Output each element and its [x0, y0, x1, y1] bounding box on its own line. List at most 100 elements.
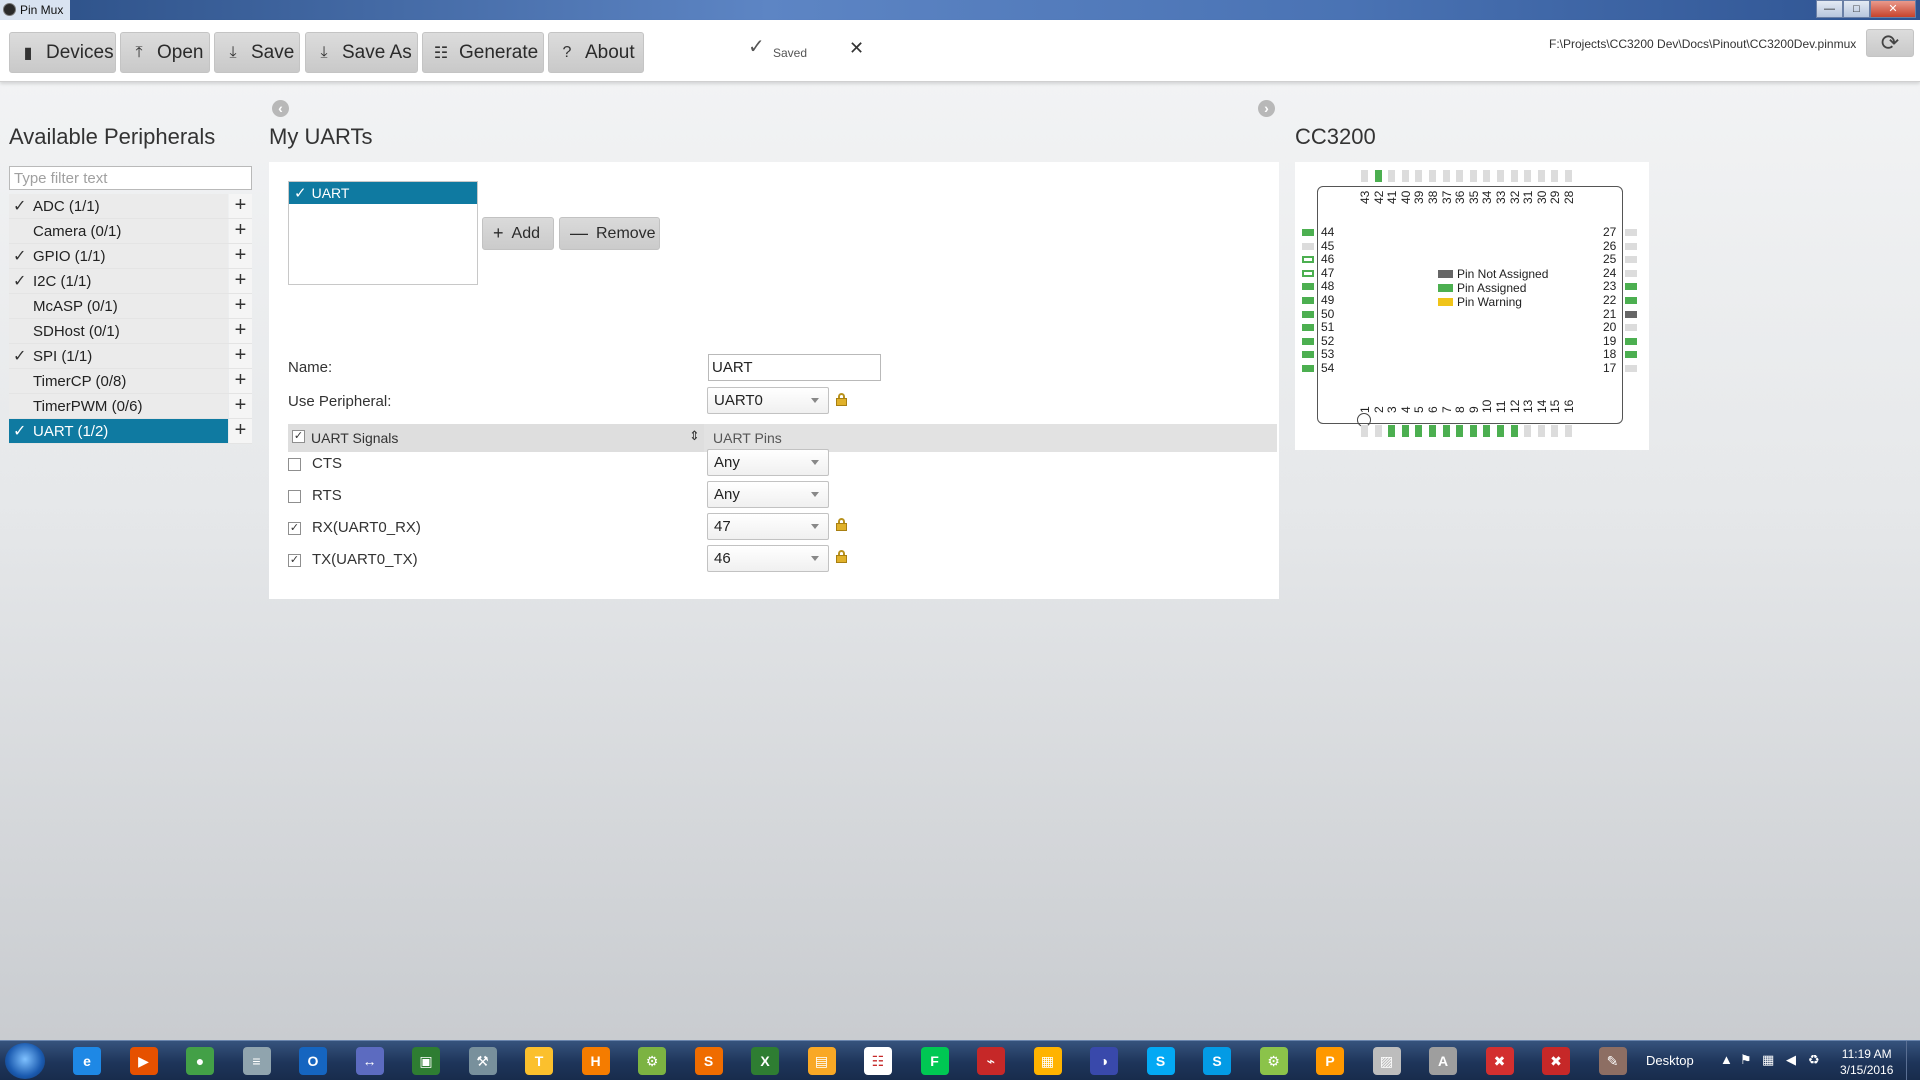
- add-peripheral-icon[interactable]: +: [229, 294, 252, 318]
- peripheral-item[interactable]: ✓ GPIO (1/1) +: [9, 244, 252, 269]
- minimize-button[interactable]: —: [1816, 0, 1843, 18]
- bottom-pin-pad[interactable]: [1565, 425, 1572, 437]
- left-pin-pad[interactable]: [1302, 269, 1314, 277]
- peripheral-item[interactable]: ✓ UART (1/2) +: [9, 419, 252, 444]
- network-icon[interactable]: ▦: [1762, 1052, 1774, 1068]
- notepad-icon[interactable]: T: [514, 1044, 564, 1078]
- signal-checkbox[interactable]: [288, 458, 301, 471]
- about-button[interactable]: ? About: [548, 32, 644, 73]
- close-window-button[interactable]: ✕: [1870, 0, 1916, 18]
- peripheral-item[interactable]: TimerPWM (0/6) +: [9, 394, 252, 419]
- dismiss-status-icon[interactable]: ✕: [849, 38, 864, 59]
- x-tool-icon[interactable]: ✖: [1475, 1044, 1525, 1078]
- excel-icon[interactable]: X: [740, 1044, 790, 1078]
- bottom-pin-pad[interactable]: [1374, 425, 1382, 437]
- signal-checkbox[interactable]: ✓: [288, 554, 301, 567]
- peripheral-item-main[interactable]: ✓ UART (1/2): [9, 419, 228, 443]
- left-pin-pad[interactable]: [1302, 229, 1314, 236]
- top-pin-pad[interactable]: [1469, 170, 1477, 182]
- programmer-icon[interactable]: ⌁: [966, 1044, 1016, 1078]
- add-peripheral-icon[interactable]: +: [229, 219, 252, 243]
- peripheral-item-main[interactable]: ✓ I2C (1/1): [9, 269, 228, 293]
- flag-icon[interactable]: ⚑: [1740, 1052, 1752, 1068]
- volume-icon[interactable]: ◀: [1786, 1052, 1796, 1068]
- add-peripheral-icon[interactable]: +: [229, 319, 252, 343]
- hex-editor-icon[interactable]: H: [571, 1044, 621, 1078]
- left-pin-pad[interactable]: [1302, 351, 1314, 359]
- bottom-pin-pad[interactable]: [1361, 425, 1368, 437]
- left-pin-pad[interactable]: [1302, 256, 1314, 264]
- tray-expand-icon[interactable]: ▲: [1720, 1052, 1733, 1067]
- devices-button[interactable]: ▮ Devices: [9, 32, 116, 73]
- package-icon[interactable]: ▦: [1023, 1044, 1073, 1078]
- peripheral-item-main[interactable]: Camera (0/1): [9, 219, 228, 243]
- nav-back-icon[interactable]: ‹: [272, 100, 289, 117]
- top-pin-pad[interactable]: [1401, 170, 1409, 182]
- skype-icon[interactable]: S: [1136, 1044, 1186, 1078]
- media-player-icon[interactable]: ▶: [119, 1044, 169, 1078]
- top-pin-pad[interactable]: [1497, 170, 1504, 182]
- right-pin-pad[interactable]: [1625, 242, 1637, 250]
- right-pin-pad[interactable]: [1625, 269, 1637, 277]
- left-pin-pad[interactable]: [1302, 310, 1314, 318]
- top-pin-pad[interactable]: [1483, 170, 1491, 182]
- bottom-pin-pad[interactable]: [1401, 425, 1409, 437]
- skype-alt-icon[interactable]: S: [1192, 1044, 1242, 1078]
- peripheral-item[interactable]: ✓ SPI (1/1) +: [9, 344, 252, 369]
- lock-icon[interactable]: [836, 393, 847, 406]
- right-pin-pad[interactable]: [1625, 297, 1637, 304]
- right-pin-pad[interactable]: [1625, 256, 1637, 264]
- top-pin-pad[interactable]: [1361, 170, 1368, 182]
- desktop-toolbar-label[interactable]: Desktop: [1646, 1053, 1694, 1068]
- bottom-pin-pad[interactable]: [1456, 425, 1464, 437]
- chrome-icon[interactable]: ●: [175, 1044, 225, 1078]
- bottom-pin-pad[interactable]: [1429, 425, 1436, 437]
- top-pin-pad[interactable]: [1537, 170, 1545, 182]
- left-pin-pad[interactable]: [1302, 337, 1314, 345]
- top-pin-pad[interactable]: [1510, 170, 1518, 182]
- right-pin-pad[interactable]: [1625, 229, 1637, 236]
- top-pin-pad[interactable]: [1388, 170, 1396, 182]
- pdf-icon[interactable]: P: [1305, 1044, 1355, 1078]
- signal-pin-select[interactable]: Any: [707, 449, 829, 476]
- peripheral-item[interactable]: SDHost (0/1) +: [9, 319, 252, 344]
- save-button[interactable]: ⤓ Save: [214, 32, 300, 73]
- peripheral-item[interactable]: ✓ ADC (1/1) +: [9, 194, 252, 219]
- bottom-pin-pad[interactable]: [1537, 425, 1545, 437]
- signal-checkbox[interactable]: [288, 490, 301, 503]
- sublime-icon[interactable]: S: [684, 1044, 734, 1078]
- fet-flasher-icon[interactable]: F: [910, 1044, 960, 1078]
- bottom-pin-pad[interactable]: [1497, 425, 1504, 437]
- add-peripheral-icon[interactable]: +: [229, 344, 252, 368]
- signal-pin-select[interactable]: 47: [707, 513, 829, 540]
- select-all-signals-checkbox[interactable]: ✓: [292, 430, 305, 443]
- top-pin-pad[interactable]: [1551, 170, 1559, 182]
- uart-instance-item[interactable]: ✓ UART: [289, 182, 477, 204]
- right-pin-pad[interactable]: [1625, 351, 1637, 359]
- add-peripheral-icon[interactable]: +: [229, 244, 252, 268]
- refresh-button[interactable]: ⟳: [1866, 29, 1914, 57]
- bottom-pin-pad[interactable]: [1442, 425, 1450, 437]
- right-pin-pad[interactable]: [1625, 365, 1637, 372]
- signal-pin-select[interactable]: Any: [707, 481, 829, 508]
- android-studio-icon[interactable]: ⚙: [627, 1044, 677, 1078]
- nav-forward-icon[interactable]: ›: [1258, 100, 1275, 117]
- peripheral-item-main[interactable]: TimerPWM (0/6): [9, 394, 228, 418]
- left-pin-pad[interactable]: [1302, 283, 1314, 291]
- top-pin-pad[interactable]: [1415, 170, 1423, 182]
- save-as-button[interactable]: ⤓ Save As: [305, 32, 418, 73]
- use-peripheral-select[interactable]: UART0: [707, 387, 829, 414]
- add-peripheral-icon[interactable]: +: [229, 194, 252, 218]
- maximize-button[interactable]: □: [1843, 0, 1870, 18]
- sort-icon[interactable]: ⇕: [689, 428, 700, 444]
- left-pin-pad[interactable]: [1302, 324, 1314, 332]
- bottom-pin-pad[interactable]: [1551, 425, 1559, 437]
- bottom-pin-pad[interactable]: [1524, 425, 1532, 437]
- right-pin-pad[interactable]: [1625, 324, 1637, 332]
- system-clock[interactable]: 11:19 AM 3/15/2016: [1840, 1046, 1893, 1078]
- right-pin-pad[interactable]: [1625, 310, 1637, 318]
- top-pin-pad[interactable]: [1429, 170, 1436, 182]
- paint-icon[interactable]: ✎: [1588, 1044, 1638, 1078]
- network-tool-icon[interactable]: ↔: [345, 1044, 395, 1078]
- add-peripheral-icon[interactable]: +: [229, 394, 252, 418]
